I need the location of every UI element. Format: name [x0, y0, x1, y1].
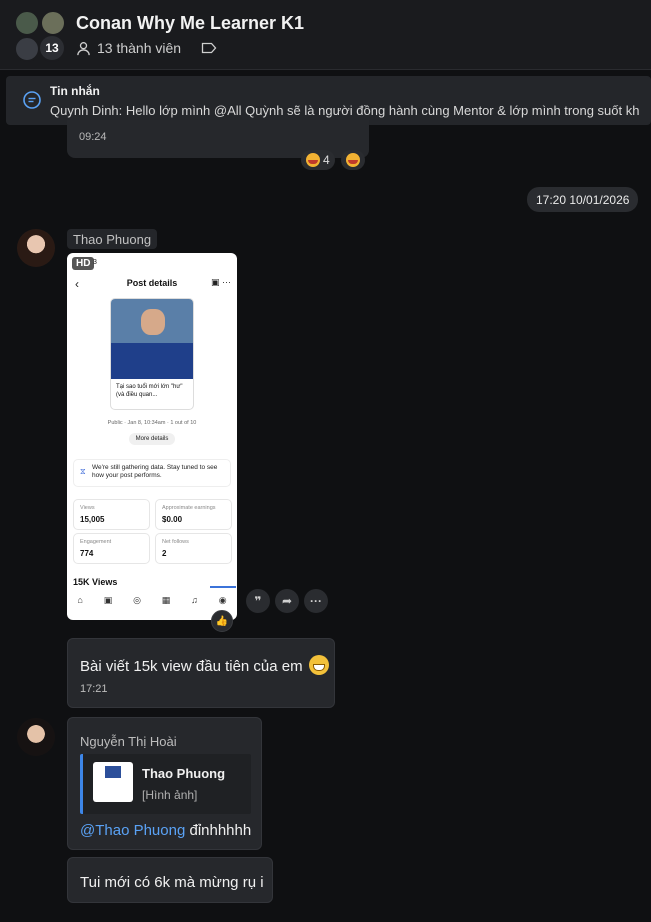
member-avatar [14, 10, 40, 36]
avatar[interactable] [17, 229, 55, 267]
stat-label: Views [80, 505, 95, 511]
stats-icon: ▦ [161, 594, 171, 605]
profile-icon: ◉ [218, 594, 227, 605]
message-time: 09:24 [79, 131, 107, 143]
members-link[interactable]: 13 thành viên [76, 40, 217, 56]
grin-emoji-icon [308, 655, 329, 675]
stat-value: 15,005 [80, 515, 105, 524]
message-text: Bài viết 15k view đầu tiên của em [80, 655, 329, 675]
laugh-emoji-icon [306, 153, 320, 167]
image-attachment[interactable]: HD 3 ‹ Post details ▣ ··· Tại sao tuổi m… [67, 253, 237, 620]
status-time: 3 [93, 259, 97, 266]
thumbnail-face [141, 309, 165, 335]
more-details-button: More details [129, 433, 175, 445]
more-options-icon[interactable]: ··· [304, 589, 328, 613]
members-label: 13 thành viên [97, 40, 182, 56]
message-text: @Thao Phuong đỉnhhhhh [80, 822, 251, 839]
pinned-title: Tin nhắn [50, 84, 100, 98]
stat-card: Net follows 2 [155, 533, 232, 564]
stat-card: Views 15,005 [73, 499, 150, 530]
post-thumbnail: Tại sao tuổi mới lớn "hư" (và điều quan.… [111, 299, 193, 409]
quote-icon[interactable]: ❞ [246, 589, 270, 613]
app-nav-bar: ⌂ ▣ ◎ ▦ ♫ ◉ [67, 591, 237, 609]
mention-link[interactable]: @Thao Phuong [80, 822, 185, 839]
laugh-emoji-icon [346, 153, 360, 167]
stat-card: Engagement 774 [73, 533, 150, 564]
data-notice: ⧖ We're still gathering data. Stay tuned… [73, 459, 231, 487]
post-meta: Public · Jan 8, 10:34am · 1 out of 10 [107, 420, 197, 426]
message-bubble: Tui mới có 6k mà mừng rụ i [67, 857, 273, 903]
reaction-pill[interactable]: 4 [301, 150, 335, 170]
group-title[interactable]: Conan Why Me Learner K1 [76, 13, 304, 34]
views-summary: 15K Views [73, 577, 118, 587]
bell-icon: ♫ [191, 595, 198, 605]
chat-header: 13 Conan Why Me Learner K1 13 thành viên [0, 0, 651, 70]
tag-icon[interactable] [201, 42, 217, 54]
stat-value: 774 [80, 549, 94, 558]
thumbnail-caption: Tại sao tuổi mới lớn "hư" (và điều quan.… [116, 384, 183, 398]
stat-value: $0.00 [162, 515, 183, 524]
hourglass-icon: ⧖ [80, 467, 86, 476]
group-avatar[interactable]: 13 [14, 10, 66, 62]
like-icon[interactable]: 👍 [211, 610, 233, 632]
message-actions: ❞ ➦ ··· [246, 589, 328, 613]
message-text: Tui mới có 6k mà mừng rụ i [80, 874, 264, 891]
quoted-type: [Hình ảnh] [142, 788, 198, 802]
date-separator: 17:20 10/01/2026 [527, 187, 639, 212]
stat-card: Approximate earnings $0.00 [155, 499, 232, 530]
person-icon [77, 41, 90, 55]
stat-label: Net follows [162, 539, 189, 545]
quoted-message[interactable]: Thao Phuong [Hình ảnh] [80, 754, 251, 814]
member-avatar [14, 36, 40, 62]
message-time: 17:21 [80, 683, 108, 695]
pinned-text: Quynh Dinh: Hello lớp mình @All Quỳnh sẽ… [50, 103, 640, 118]
message-icon [23, 91, 41, 109]
active-tab-indicator [210, 586, 236, 588]
quoted-image-thumbnail [93, 762, 133, 802]
explore-icon: ◎ [133, 594, 141, 605]
message-bubble: Bài viết 15k view đầu tiên của em 17:21 [67, 638, 335, 708]
avatar[interactable] [17, 718, 55, 756]
stat-label: Engagement [80, 539, 112, 545]
sender-name[interactable]: Thao Phuong [67, 229, 158, 249]
notice-text: We're still gathering data. Stay tuned t… [92, 464, 218, 479]
message-text-body: Bài viết 15k view đầu tiên của em [80, 658, 303, 675]
home-icon: ⌂ [77, 595, 83, 605]
member-count-badge: 13 [38, 34, 66, 62]
forward-icon[interactable]: ➦ [275, 589, 299, 613]
message-bubble: Nguyễn Thị Hoài Thao Phuong [Hình ảnh] @… [67, 717, 262, 850]
more-icon: ▣ ··· [211, 277, 231, 287]
add-reaction-button[interactable] [341, 150, 365, 170]
hd-badge: HD [72, 257, 95, 270]
video-icon: ▣ [103, 594, 113, 605]
pinned-message-bar[interactable]: Tin nhắn Quynh Dinh: Hello lớp mình @All… [6, 76, 651, 125]
sender-name[interactable]: Nguyễn Thị Hoài [80, 734, 177, 749]
message-text-body: đỉnhhhhh [185, 822, 252, 839]
quoted-sender: Thao Phuong [142, 766, 226, 781]
stat-label: Approximate earnings [162, 505, 216, 511]
reaction-count: 4 [323, 153, 330, 167]
bottom-edge [0, 905, 651, 922]
stat-value: 2 [162, 549, 167, 558]
thumbnail-image [111, 299, 193, 379]
member-avatar [40, 10, 66, 36]
